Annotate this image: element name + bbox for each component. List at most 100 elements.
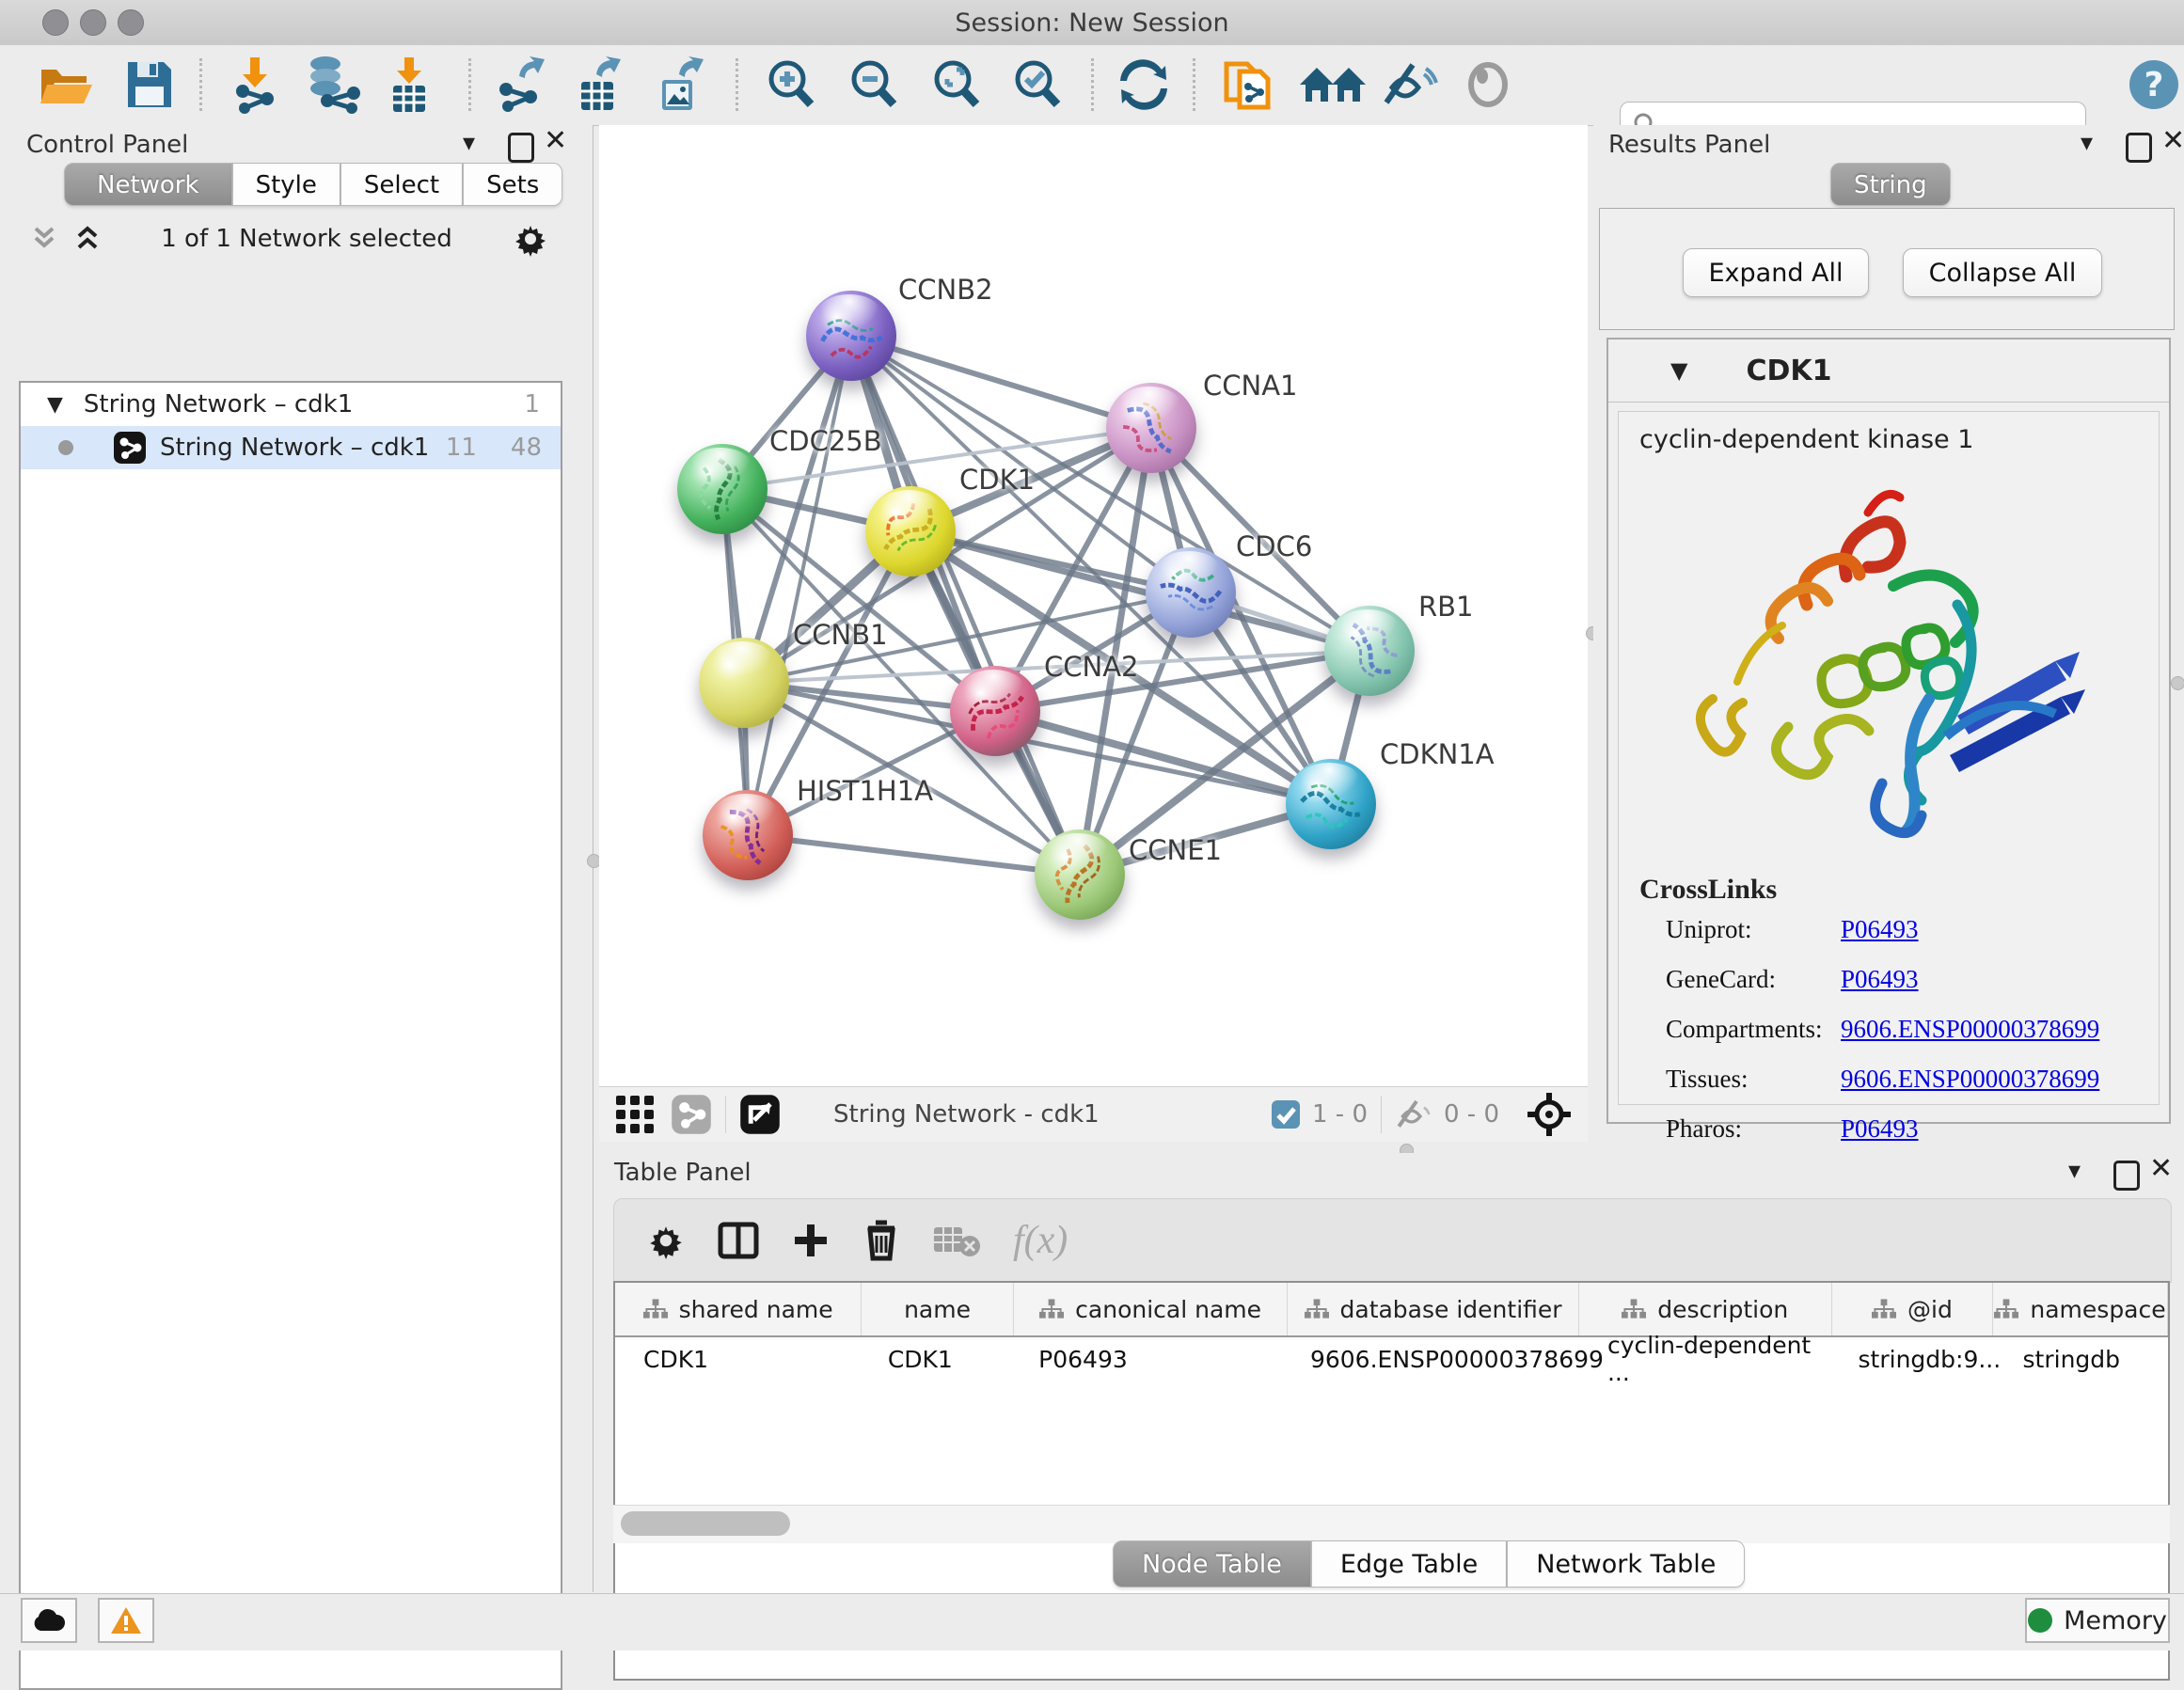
crosslink-value-link[interactable]: P06493 — [1841, 915, 1919, 944]
delete-table-icon[interactable] — [932, 1224, 981, 1257]
column-header-label: canonical name — [1075, 1296, 1261, 1323]
table-options-gear-icon[interactable] — [646, 1221, 686, 1260]
add-column-icon[interactable] — [791, 1221, 831, 1260]
expand-all-chevron-icon[interactable] — [30, 225, 58, 253]
tab-network-table[interactable]: Network Table — [1507, 1540, 1745, 1587]
node-CCNA2[interactable] — [950, 666, 1040, 756]
crosslink-value-link[interactable]: 9606.ENSP00000378699 — [1841, 1065, 2099, 1094]
network-canvas[interactable]: CCNB2CCNA1CDC25BCDK1CDC6RB1CCNB1CCNA2CDK… — [599, 125, 1588, 1086]
collapse-all-chevron-icon[interactable] — [73, 225, 102, 253]
tab-string[interactable]: String — [1830, 163, 1951, 206]
node-CCNA1[interactable] — [1106, 383, 1196, 473]
grid-view-icon[interactable] — [614, 1094, 656, 1135]
tab-sets[interactable]: Sets — [463, 163, 562, 206]
column-header-shared-name[interactable]: shared name — [615, 1283, 862, 1335]
node-CDK1[interactable] — [865, 486, 956, 576]
node-CCNE1[interactable] — [1035, 829, 1125, 920]
cell-database-identifier[interactable]: 9606.ENSP00000378699 — [1282, 1337, 1579, 1381]
crosslink-value-link[interactable]: P06493 — [1841, 1114, 1919, 1144]
column-header-database-identifier[interactable]: database identifier — [1288, 1283, 1578, 1335]
birdseye-view-icon[interactable] — [739, 1094, 781, 1135]
node-RB1[interactable] — [1324, 606, 1415, 696]
network-options-gear-icon[interactable] — [512, 220, 549, 258]
function-builder-icon[interactable]: f(x) — [1013, 1218, 1068, 1263]
zoom-in-button[interactable] — [764, 55, 818, 115]
zoom-selected-button[interactable] — [1010, 55, 1065, 115]
crosslink-value-link[interactable]: P06493 — [1841, 965, 1919, 994]
edge-HIST1H1A-CCNE1[interactable] — [748, 835, 1080, 875]
edge-CCNB2-HIST1H1A[interactable] — [748, 336, 851, 835]
table-panel-float-button[interactable] — [2113, 1161, 2140, 1191]
export-network-button[interactable] — [493, 55, 547, 115]
cell-name[interactable]: CDK1 — [860, 1337, 1010, 1381]
node-gloss-highlight — [711, 641, 772, 677]
node-gloss-highlight — [1158, 551, 1219, 587]
column-header-namespace[interactable]: namespace — [1993, 1283, 2168, 1335]
node-CDKN1A[interactable] — [1286, 759, 1376, 849]
table-panel-menu-button[interactable]: ▾ — [2068, 1157, 2081, 1185]
column-header-canonical-name[interactable]: canonical name — [1014, 1283, 1289, 1335]
collapse-all-button[interactable]: Collapse All — [1903, 248, 2102, 297]
node-CCNB2[interactable] — [806, 291, 896, 381]
zoom-out-button[interactable] — [847, 55, 901, 115]
export-table-button[interactable] — [570, 55, 625, 115]
tab-style[interactable]: Style — [232, 163, 340, 206]
clone-network-button[interactable] — [1221, 55, 1275, 115]
node-result-header[interactable]: ▼ CDK1 — [1608, 340, 2169, 403]
selected-checkbox-icon[interactable] — [1271, 1099, 1301, 1129]
help-button[interactable]: ? — [2128, 55, 2180, 115]
column-header-name[interactable]: name — [862, 1283, 1013, 1335]
eye-button[interactable] — [1464, 55, 1512, 115]
network-row-selected[interactable]: String Network – cdk1 11 48 — [21, 426, 561, 469]
results-panel-menu-button[interactable]: ▾ — [2081, 129, 2093, 157]
node-HIST1H1A[interactable] — [703, 790, 793, 880]
control-panel-menu-button[interactable]: ▾ — [463, 129, 475, 157]
crosslink-row: GeneCard:P06493 — [1666, 965, 2159, 994]
tab-edge-table[interactable]: Edge Table — [1311, 1540, 1507, 1587]
control-panel-close-button[interactable]: ✕ — [544, 127, 567, 155]
memory-button[interactable]: Memory — [2025, 1598, 2170, 1643]
svg-text:?: ? — [2144, 66, 2164, 104]
node-result-expander-icon[interactable]: ▼ — [1670, 357, 1687, 384]
zoom-out-icon — [847, 56, 901, 113]
delete-column-icon[interactable] — [863, 1219, 900, 1262]
network-collection-row[interactable]: ▼ String Network – cdk1 1 — [21, 383, 561, 426]
expand-all-button[interactable]: Expand All — [1683, 248, 1869, 297]
save-session-button[interactable] — [124, 55, 175, 115]
show-hide-graphics-button[interactable] — [1381, 55, 1439, 115]
show-columns-icon[interactable] — [718, 1220, 759, 1261]
cell-canonical-name[interactable]: P06493 — [1010, 1337, 1282, 1381]
cell-description[interactable]: cyclin-dependent ... — [1579, 1337, 1830, 1381]
tab-network[interactable]: Network — [64, 163, 232, 206]
collection-expander-icon[interactable]: ▼ — [47, 393, 63, 417]
table-panel-close-button[interactable]: ✕ — [2149, 1155, 2173, 1183]
refresh-button[interactable] — [1117, 55, 1170, 115]
tab-node-table[interactable]: Node Table — [1113, 1540, 1311, 1587]
table-hscroll-thumb[interactable] — [621, 1511, 790, 1536]
column-header-description[interactable]: description — [1579, 1283, 1832, 1335]
cloud-button[interactable] — [21, 1598, 77, 1643]
node-CCNB1[interactable] — [699, 638, 789, 728]
control-panel-float-button[interactable] — [508, 133, 534, 163]
node-CDC6[interactable] — [1146, 547, 1236, 638]
results-scroll-handle[interactable] — [2171, 676, 2184, 690]
network-view-share-icon[interactable] — [671, 1094, 712, 1135]
column-header--id[interactable]: @id — [1832, 1283, 1993, 1335]
crosslink-value-link[interactable]: 9606.ENSP00000378699 — [1841, 1015, 2099, 1044]
results-panel-close-button[interactable]: ✕ — [2161, 127, 2184, 155]
zoom-fit-button[interactable] — [929, 55, 984, 115]
warning-button[interactable] — [98, 1598, 154, 1643]
import-table-button[interactable] — [382, 55, 436, 115]
tab-select[interactable]: Select — [340, 163, 463, 206]
cell-shared-name[interactable]: CDK1 — [615, 1337, 860, 1381]
crosshair-icon[interactable] — [1526, 1091, 1573, 1138]
open-session-button[interactable] — [38, 55, 96, 115]
import-network-button[interactable] — [228, 55, 282, 115]
export-image-button[interactable] — [651, 55, 705, 115]
import-network-from-database-button[interactable] — [299, 55, 365, 115]
cell-namespace[interactable]: stringdb — [1995, 1337, 2169, 1381]
results-panel-float-button[interactable] — [2126, 133, 2152, 163]
node-CDC25B[interactable] — [677, 444, 768, 534]
home-button[interactable] — [1298, 55, 1368, 115]
cell--id[interactable]: stringdb:9... — [1830, 1337, 1995, 1381]
